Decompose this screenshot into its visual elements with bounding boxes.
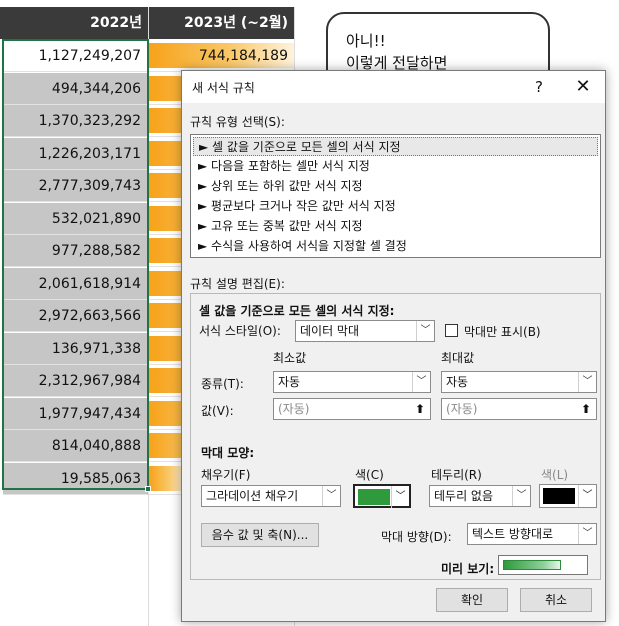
min-value-input[interactable]: (자동) ⬆ bbox=[273, 398, 431, 420]
cell-2022[interactable]: 2,777,309,743 bbox=[3, 170, 148, 202]
cell-2022[interactable]: 977,288,582 bbox=[3, 235, 148, 267]
cell-2022[interactable]: 2,061,618,914 bbox=[3, 267, 148, 300]
cell-2022[interactable]: 532,021,890 bbox=[3, 202, 148, 235]
fill-label: 채우기(F) bbox=[201, 468, 251, 482]
max-value: (자동) bbox=[446, 402, 478, 416]
chevron-down-icon: ﹀ bbox=[578, 485, 596, 507]
value-label: 값(V): bbox=[201, 404, 234, 418]
chevron-down-icon: ﹀ bbox=[412, 372, 430, 392]
min-type-select[interactable]: 자동 ﹀ bbox=[273, 371, 431, 393]
help-button[interactable]: ? bbox=[518, 71, 560, 103]
chevron-down-icon: ﹀ bbox=[416, 321, 434, 341]
min-type-value: 자동 bbox=[278, 375, 301, 389]
bar-direction-value: 텍스트 방향대로 bbox=[472, 527, 554, 541]
chevron-down-icon: ﹀ bbox=[512, 486, 530, 506]
rule-type-label: 규칙 유형 선택(S): bbox=[190, 115, 285, 129]
chevron-down-icon: ﹀ bbox=[322, 486, 340, 506]
border-type-value: 테두리 없음 bbox=[434, 489, 494, 503]
min-value: (자동) bbox=[278, 402, 310, 416]
cell-2022[interactable]: 494,344,206 bbox=[3, 72, 148, 105]
cell-2022[interactable]: 1,127,249,207 bbox=[3, 40, 148, 72]
chevron-down-icon: ﹀ bbox=[578, 372, 596, 392]
data-bar bbox=[149, 465, 186, 491]
cell-2022[interactable]: 2,972,663,566 bbox=[3, 300, 148, 332]
min-header: 최소값 bbox=[273, 351, 307, 365]
fill-color-picker[interactable]: ﹀ bbox=[353, 484, 411, 508]
cancel-button[interactable]: 취소 bbox=[520, 588, 592, 612]
border-color-label: 색(L) bbox=[541, 468, 569, 482]
rule-type-item[interactable]: ► 상위 또는 하위 값만 서식 지정 bbox=[193, 177, 598, 196]
fill-color-swatch bbox=[358, 489, 390, 505]
ok-button[interactable]: 확인 bbox=[436, 588, 508, 612]
preview-data-bar bbox=[503, 560, 561, 570]
column-header-2022[interactable]: 2022년 bbox=[0, 7, 148, 39]
cell-2023[interactable]: 744,184,189 bbox=[149, 40, 294, 72]
bar-appearance-label: 막대 모양: bbox=[201, 446, 255, 460]
border-color-swatch bbox=[543, 488, 575, 504]
new-format-rule-dialog: 새 서식 규칙 ? ✕ 규칙 유형 선택(S): ► 셀 값을 기준으로 모든 … bbox=[181, 70, 606, 622]
rule-type-list[interactable]: ► 셀 값을 기준으로 모든 셀의 서식 지정 ► 다음을 포함하는 셀만 서식… bbox=[190, 134, 601, 258]
cell-2022[interactable]: 814,040,888 bbox=[3, 430, 148, 462]
range-picker-icon[interactable]: ⬆ bbox=[410, 399, 430, 419]
border-type-select[interactable]: 테두리 없음 ﹀ bbox=[429, 485, 531, 507]
section-title: 셀 값을 기준으로 모든 셀의 서식 지정: bbox=[199, 304, 395, 318]
rule-description-panel: 셀 값을 기준으로 모든 셀의 서식 지정: 서식 스타일(O): 데이터 막대… bbox=[190, 293, 601, 580]
cell-2022[interactable]: 1,226,203,171 bbox=[3, 137, 148, 170]
cell-value: 744,184,189 bbox=[198, 48, 288, 64]
max-header: 최대값 bbox=[441, 351, 475, 365]
format-style-select[interactable]: 데이터 막대 ﹀ bbox=[295, 320, 435, 342]
cell-2022[interactable]: 1,977,947,434 bbox=[3, 397, 148, 430]
bar-direction-label: 막대 방향(D): bbox=[381, 530, 452, 544]
preview-box bbox=[498, 555, 588, 575]
rule-description-label: 규칙 설명 편집(E): bbox=[190, 277, 285, 291]
cell-2022[interactable]: 2,312,967,984 bbox=[3, 365, 148, 397]
fill-color-label: 색(C) bbox=[355, 468, 384, 482]
cell-2022[interactable]: 136,971,338 bbox=[3, 332, 148, 365]
border-label: 테두리(R) bbox=[431, 468, 482, 482]
type-label: 종류(T): bbox=[201, 377, 244, 391]
cell-2022[interactable]: 19,585,063 bbox=[3, 462, 148, 495]
bar-only-label: 막대만 표시(B) bbox=[464, 325, 541, 339]
chevron-down-icon: ﹀ bbox=[578, 524, 596, 544]
rule-type-item[interactable]: ► 수식을 사용하여 서식을 지정할 셀 결정 bbox=[193, 237, 598, 256]
rule-type-item[interactable]: ► 고유 또는 중복 값만 서식 지정 bbox=[193, 217, 598, 236]
rule-type-item[interactable]: ► 셀 값을 기준으로 모든 셀의 서식 지정 bbox=[193, 137, 598, 156]
border-color-picker[interactable]: ﹀ bbox=[539, 484, 597, 508]
range-picker-icon[interactable]: ⬆ bbox=[576, 399, 596, 419]
format-style-label: 서식 스타일(O): bbox=[199, 324, 281, 338]
dialog-title: 새 서식 규칙 bbox=[192, 81, 255, 95]
bar-only-checkbox[interactable] bbox=[445, 324, 458, 337]
rule-type-item[interactable]: ► 평균보다 크거나 작은 값만 서식 지정 bbox=[193, 197, 598, 216]
preview-label: 미리 보기: bbox=[441, 562, 495, 576]
max-type-value: 자동 bbox=[446, 375, 469, 389]
dialog-titlebar[interactable]: 새 서식 규칙 ? ✕ bbox=[182, 71, 605, 103]
column-header-2023[interactable]: 2023년 (~2월) bbox=[149, 7, 294, 39]
close-button[interactable]: ✕ bbox=[562, 71, 604, 103]
bar-direction-select[interactable]: 텍스트 방향대로 ﹀ bbox=[467, 523, 597, 545]
fill-type-value: 그라데이션 채우기 bbox=[206, 489, 299, 503]
negative-value-axis-button[interactable]: 음수 값 및 축(N)... bbox=[201, 523, 319, 547]
fill-type-select[interactable]: 그라데이션 채우기 ﹀ bbox=[201, 485, 341, 507]
chevron-down-icon: ﹀ bbox=[391, 486, 409, 508]
format-style-value: 데이터 막대 bbox=[300, 324, 360, 338]
max-value-input[interactable]: (자동) ⬆ bbox=[441, 398, 597, 420]
max-type-select[interactable]: 자동 ﹀ bbox=[441, 371, 597, 393]
cell-2022[interactable]: 1,370,323,292 bbox=[3, 105, 148, 137]
callout-line-1: 아니!! bbox=[346, 32, 386, 50]
fill-handle[interactable] bbox=[145, 486, 151, 492]
rule-type-item[interactable]: ► 다음을 포함하는 셀만 서식 지정 bbox=[193, 157, 598, 176]
